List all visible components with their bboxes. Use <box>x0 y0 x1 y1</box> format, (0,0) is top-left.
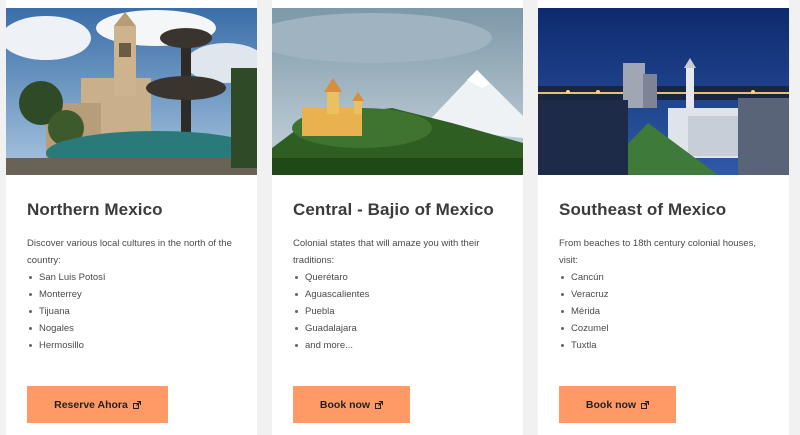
southeast-mexico-photo <box>538 8 789 175</box>
list-item: Mérida <box>559 303 789 320</box>
card-intro: From beaches to 18th century colonial ho… <box>559 238 756 266</box>
list-item: Monterrey <box>27 286 257 303</box>
card-title: Central - Bajio of Mexico <box>293 200 494 219</box>
button-label: Reserve Ahora <box>54 398 128 411</box>
external-link-icon <box>132 400 141 409</box>
card-northern-mexico: Northern Mexico Discover various local c… <box>6 0 257 435</box>
card-title: Northern Mexico <box>27 200 163 219</box>
destination-list: Querétaro Aguascalientes Puebla Guadalaj… <box>272 269 523 354</box>
northern-mexico-photo <box>6 8 257 175</box>
list-item: Cozumel <box>559 320 789 337</box>
card-intro: Colonial states that will amaze you with… <box>293 238 480 266</box>
button-label: Book now <box>585 398 637 411</box>
region-cards: Northern Mexico Discover various local c… <box>0 0 800 435</box>
list-item: Nogales <box>27 320 257 337</box>
reserve-ahora-button[interactable]: Reserve Ahora <box>27 386 168 423</box>
list-item: Aguascalientes <box>293 286 523 303</box>
book-now-button[interactable]: Book now <box>293 386 410 423</box>
list-item: and more... <box>293 337 523 354</box>
list-item: San Luis Potosí <box>27 269 257 286</box>
list-item: Puebla <box>293 303 523 320</box>
list-item: Tuxtla <box>559 337 789 354</box>
list-item: Cancún <box>559 269 789 286</box>
destination-list: Cancún Veracruz Mérida Cozumel Tuxtla <box>538 269 789 354</box>
card-intro: Discover various local cultures in the n… <box>27 238 232 266</box>
list-item: Guadalajara <box>293 320 523 337</box>
destination-list: San Luis Potosí Monterrey Tijuana Nogale… <box>6 269 257 354</box>
list-item: Tijuana <box>27 303 257 320</box>
external-link-icon <box>375 400 384 409</box>
button-label: Book now <box>319 398 371 411</box>
book-now-button[interactable]: Book now <box>559 386 676 423</box>
external-link-icon <box>641 400 650 409</box>
card-central-bajio: Central - Bajio of Mexico Colonial state… <box>272 0 523 435</box>
card-southeast-mexico: Southeast of Mexico From beaches to 18th… <box>538 0 789 435</box>
list-item: Hermosillo <box>27 337 257 354</box>
card-title: Southeast of Mexico <box>559 200 727 219</box>
list-item: Veracruz <box>559 286 789 303</box>
central-mexico-photo <box>272 8 523 175</box>
list-item: Querétaro <box>293 269 523 286</box>
